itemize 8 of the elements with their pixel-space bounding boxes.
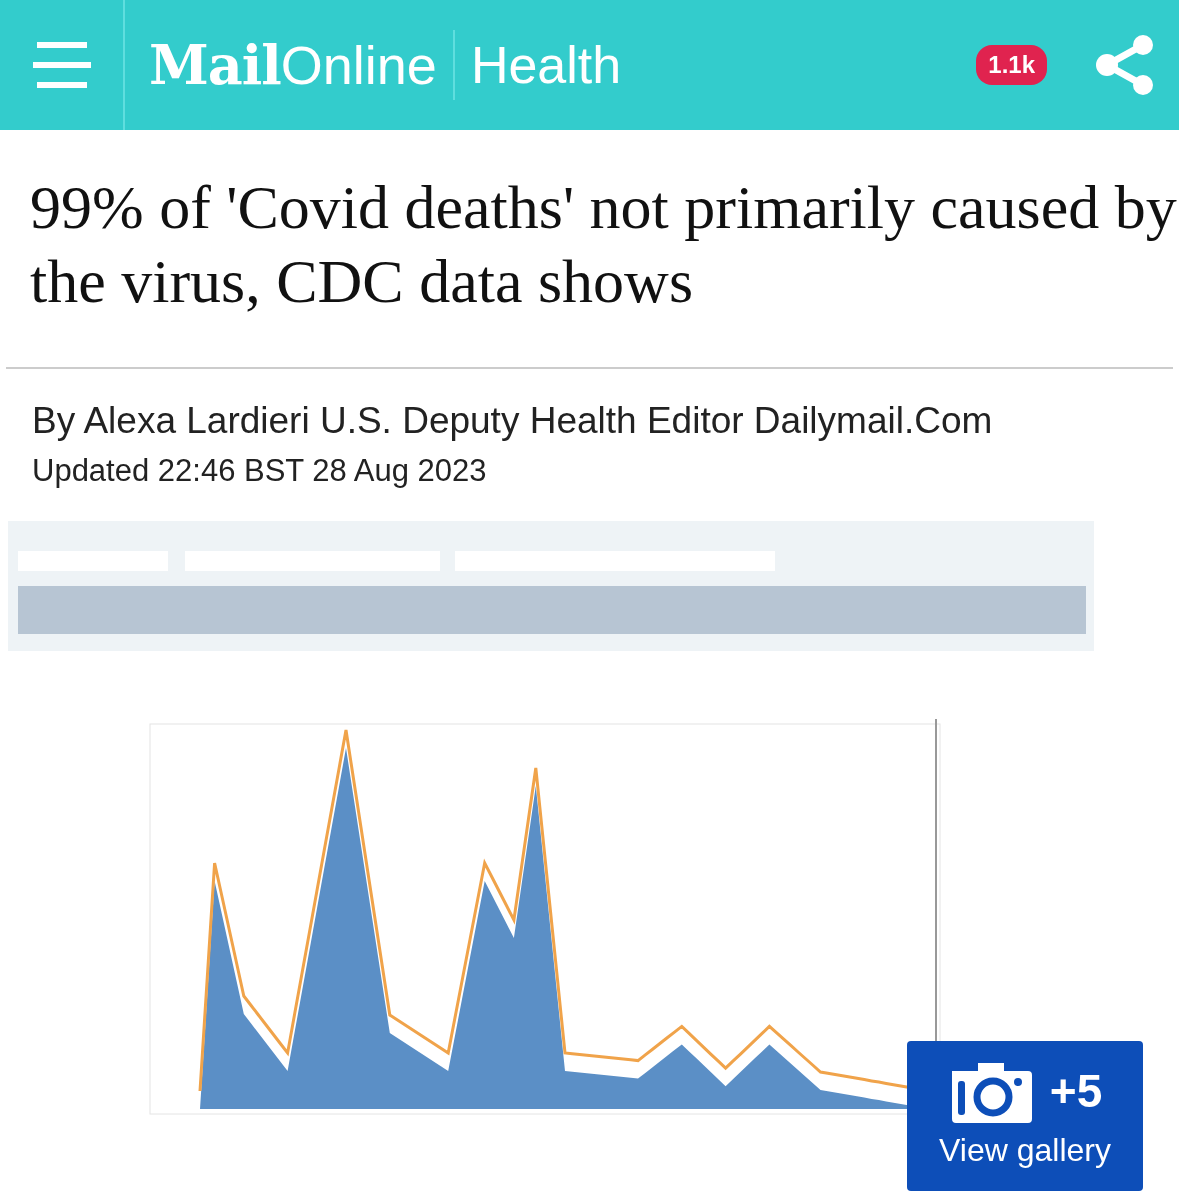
share-icon[interactable] xyxy=(1095,35,1155,95)
view-gallery-button[interactable]: +5 View gallery xyxy=(907,1040,1143,1191)
comment-count[interactable]: 1.1k xyxy=(976,45,1047,85)
section-title: Health xyxy=(470,35,622,96)
updated-time: Updated 22:46 BST 28 Aug 2023 xyxy=(32,452,488,491)
menu-icon[interactable] xyxy=(32,40,91,90)
byline: By Alexa Lardieri U.S. Deputy Health Editor Dailymail.Com xyxy=(32,398,994,443)
headline: 99% of 'Covid deaths' not primarily caused by the virus, CDC data shows xyxy=(29,172,1178,318)
